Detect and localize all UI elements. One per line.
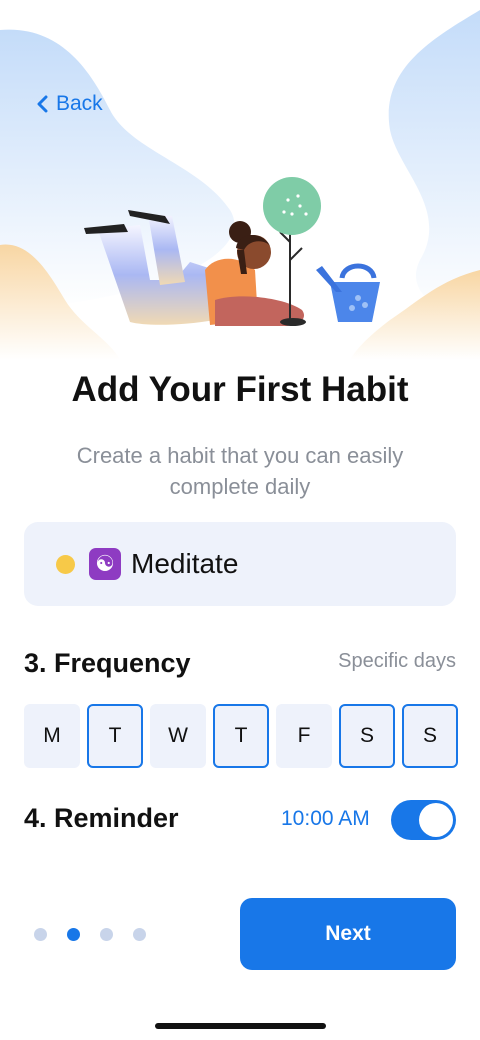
frequency-title: 3. Frequency: [24, 648, 191, 678]
page-dot: [133, 928, 146, 941]
habit-name[interactable]: Meditate: [131, 548, 238, 580]
habit-color-dot[interactable]: [56, 554, 75, 574]
reminder-toggle[interactable]: [391, 800, 456, 840]
toggle-knob: [419, 803, 453, 837]
frequency-value[interactable]: Specific days: [338, 650, 456, 673]
day-button-tue[interactable]: T: [87, 704, 143, 768]
home-indicator[interactable]: [155, 1023, 326, 1029]
habit-card[interactable]: ☯ Meditate: [24, 522, 456, 606]
next-button[interactable]: Next: [240, 898, 456, 970]
page-dot-active: [67, 928, 80, 941]
reminder-title: 4. Reminder: [24, 803, 179, 833]
reminder-time[interactable]: 10:00 AM: [281, 807, 370, 831]
page-dot: [34, 928, 47, 941]
day-selector: M T W T F S S: [24, 704, 458, 768]
plant-figure: [263, 177, 321, 320]
day-button-sun[interactable]: S: [402, 704, 458, 768]
day-button-sat[interactable]: S: [339, 704, 395, 768]
watering-can-figure: [316, 263, 380, 322]
page-title: Add Your First Habit: [71, 370, 409, 409]
page-indicator: [34, 928, 146, 941]
day-button-thu[interactable]: T: [213, 704, 269, 768]
day-button-fri[interactable]: F: [276, 704, 332, 768]
back-label: Back: [56, 92, 103, 115]
chevron-left-icon: [37, 95, 48, 113]
yin-yang-icon[interactable]: ☯: [89, 548, 121, 580]
page-dot: [100, 928, 113, 941]
back-button[interactable]: Back: [36, 92, 103, 116]
day-button-mon[interactable]: M: [24, 704, 80, 768]
page-subtitle: Create a habit that you can easily compl…: [76, 443, 404, 499]
day-button-wed[interactable]: W: [150, 704, 206, 768]
hero-illustration: [0, 10, 480, 360]
screen: Back Add Your First Habit Create a habit…: [0, 0, 480, 1040]
